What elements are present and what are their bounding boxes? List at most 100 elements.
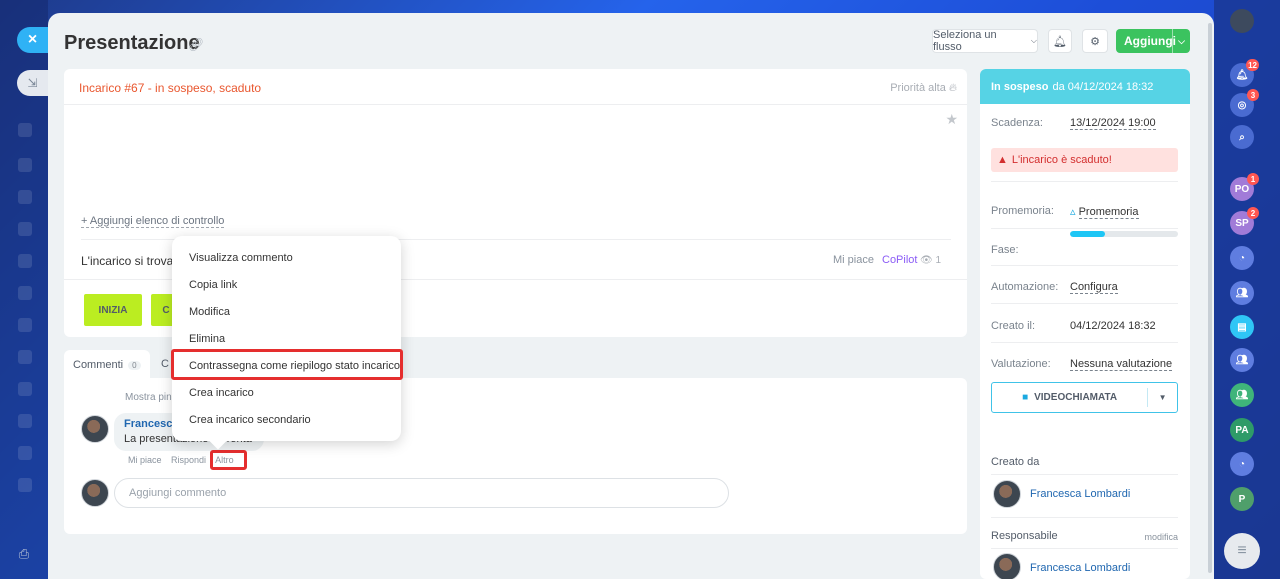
copilot-button[interactable]: CoPilot	[882, 254, 917, 266]
menu-icon[interactable]	[18, 318, 32, 332]
divider	[991, 548, 1178, 549]
eye-icon: 👁︎	[920, 255, 933, 266]
created-by-name[interactable]: Francesca Lombardi	[1030, 488, 1130, 500]
add-checklist-link[interactable]: + Aggiungi elenco di controllo	[81, 215, 225, 228]
chevron-down-icon[interactable]: ⌵	[1172, 29, 1190, 53]
automation-label: Automazione:	[991, 281, 1059, 293]
menu-icon[interactable]	[18, 222, 32, 236]
menu-icon[interactable]	[18, 382, 32, 396]
message-icon[interactable]: ▤	[1230, 315, 1254, 339]
automation-link[interactable]: Configura	[1070, 281, 1118, 294]
menu-icon[interactable]: ≡	[1224, 533, 1260, 569]
menu-icon[interactable]	[18, 123, 32, 137]
responsible-title: Responsabile	[991, 530, 1058, 542]
divider	[991, 303, 1178, 304]
chat-pa[interactable]: PA	[1230, 418, 1254, 442]
menu-item-view-comment[interactable]: Visualizza commento	[172, 245, 401, 272]
activity-badge: 3	[1247, 89, 1259, 101]
divider	[991, 342, 1178, 343]
video-camera-icon: ■	[1022, 392, 1029, 403]
close-icon[interactable]: ×	[17, 27, 48, 53]
menu-icon[interactable]	[18, 286, 32, 300]
chevron-down-icon[interactable]: ▼	[1147, 388, 1177, 407]
created-label: Creato il:	[991, 320, 1036, 332]
activity-icon[interactable]: ◎ 3	[1230, 89, 1259, 117]
status-date: da 04/12/2024 18:32	[1052, 80, 1154, 93]
chevron-down-icon: ⌵	[1030, 36, 1037, 45]
avatar[interactable]	[993, 480, 1021, 508]
scrollbar[interactable]	[1208, 23, 1212, 573]
group-icon[interactable]: 👥︎	[1230, 348, 1254, 372]
show-pinned-link[interactable]: Mostra pin	[125, 392, 172, 403]
created-value: 04/12/2024 18:32	[1070, 320, 1156, 332]
avatar[interactable]	[81, 415, 109, 443]
menu-item-copy-link[interactable]: Copia link	[172, 272, 401, 299]
reminder-value[interactable]: ▵ Promemoria	[1070, 205, 1139, 219]
tab-other[interactable]: C	[161, 358, 169, 370]
avatar[interactable]	[993, 553, 1021, 579]
rating-label: Valutazione:	[991, 358, 1051, 370]
comment-reply-button[interactable]: Rispondi	[171, 455, 206, 465]
tab-comments-label: Commenti	[73, 359, 124, 371]
responsible-edit-link[interactable]: modifica	[1144, 532, 1178, 542]
priority-toggle[interactable]: Priorità alta 🔥︎	[890, 82, 957, 95]
chat-sp-badge: 2	[1247, 207, 1259, 219]
comment-input[interactable]: Aggiungi commento	[114, 478, 729, 508]
menu-icon[interactable]	[18, 414, 32, 428]
chat-icon[interactable]: ◔	[1230, 246, 1254, 270]
page-title: Presentazione	[64, 32, 200, 54]
menu-icon[interactable]	[18, 254, 32, 268]
comment-like-button[interactable]: Mi piace	[128, 455, 162, 465]
deadline-label: Scadenza:	[991, 117, 1043, 129]
rating-value[interactable]: Nessuna valutazione	[1070, 358, 1173, 371]
reminder-link[interactable]: Promemoria	[1078, 206, 1139, 219]
group-icon[interactable]: 👥︎	[1230, 383, 1254, 407]
bell-icon[interactable]: 🔔︎	[1048, 29, 1072, 53]
menu-item-create-task[interactable]: Crea incarico	[172, 380, 401, 407]
menu-item-create-subtask[interactable]: Crea incarico secondario	[172, 407, 401, 434]
collapse-icon[interactable]: ⇲	[17, 70, 48, 96]
deadline-value[interactable]: 13/12/2024 19:00	[1070, 117, 1156, 130]
start-button[interactable]: INIZIA	[84, 294, 142, 326]
link-icon[interactable]: 🔗︎	[188, 37, 205, 53]
task-info-sidebar: In sospeso da 04/12/2024 18:32 Scadenza:…	[980, 69, 1190, 579]
group-icon[interactable]: 👥︎	[1230, 281, 1254, 305]
responsible-name[interactable]: Francesca Lombardi	[1030, 562, 1130, 574]
avatar	[81, 479, 109, 507]
gear-icon[interactable]: ⚙	[1082, 29, 1108, 53]
comment-context-menu: Visualizza commento Copia link Modifica …	[171, 236, 403, 450]
task-status-text: L'incarico si trova n	[81, 254, 184, 268]
chat-sp[interactable]: SP 2	[1230, 207, 1259, 235]
menu-icon[interactable]	[18, 190, 32, 204]
search-icon[interactable]: ⌕	[1230, 125, 1254, 149]
warning-icon: ▲	[997, 154, 1008, 166]
reminder-label: Promemoria:	[991, 205, 1054, 217]
menu-icon[interactable]	[18, 158, 32, 172]
highlight-box	[210, 450, 247, 470]
print-icon[interactable]: ⎙	[16, 546, 32, 562]
chat-po[interactable]: PO 1	[1230, 173, 1259, 201]
star-icon[interactable]: ★	[945, 111, 958, 128]
stage-progress-bar[interactable]	[1070, 231, 1178, 237]
like-button[interactable]: Mi piace	[833, 254, 874, 266]
menu-icon[interactable]	[18, 446, 32, 460]
video-call-button[interactable]: ■ VIDEOCHIAMATA ▼	[991, 382, 1178, 413]
divider	[991, 228, 1178, 229]
task-panel: Presentazione 🔗︎ Seleziona un flusso ⌵ 🔔…	[48, 13, 1214, 579]
chat-p[interactable]: P	[1230, 487, 1254, 511]
overdue-text: L'incarico è scaduto!	[1011, 154, 1112, 166]
video-call-main[interactable]: ■ VIDEOCHIAMATA	[992, 392, 1147, 403]
status-header: In sospeso da 04/12/2024 18:32	[980, 69, 1190, 104]
tab-comments[interactable]: Commenti 0	[64, 350, 150, 380]
menu-icon[interactable]	[18, 350, 32, 364]
status-label: In sospeso	[991, 80, 1049, 93]
menu-icon[interactable]	[18, 478, 32, 492]
menu-item-edit[interactable]: Modifica	[172, 299, 401, 326]
chat-icon[interactable]: ◔	[1230, 452, 1254, 476]
flow-select[interactable]: Seleziona un flusso ⌵	[932, 29, 1038, 53]
bell-icon[interactable]: 🔔︎ 12	[1230, 59, 1259, 87]
user-avatar[interactable]	[1230, 9, 1254, 33]
right-rail: 🔔︎ 12 ◎ 3 ⌕ PO 1 SP 2 ◔ 👥︎ ▤ 👥︎ 👥︎ PA ◔ …	[1214, 0, 1280, 579]
flow-select-label: Seleziona un flusso	[933, 29, 997, 53]
add-button[interactable]: Aggiungi ⌵	[1116, 29, 1190, 53]
